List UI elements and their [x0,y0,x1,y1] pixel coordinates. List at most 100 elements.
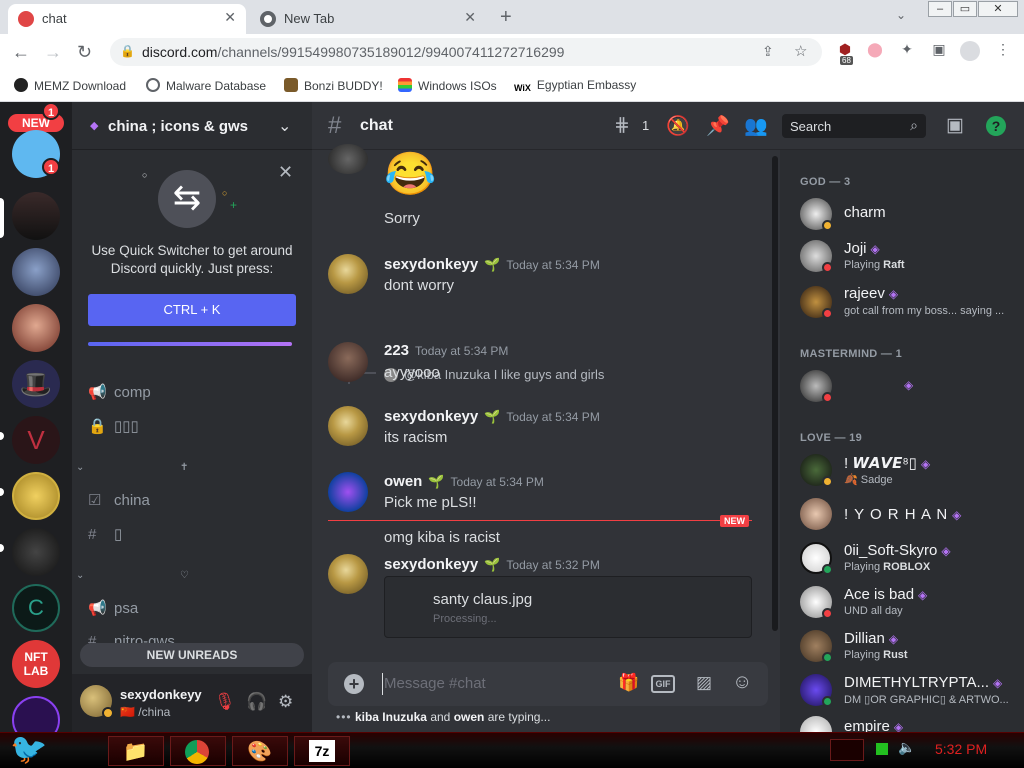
minimize-button[interactable]: – [928,1,952,17]
member-list-icon[interactable]: 👥 [744,114,768,138]
member-name[interactable]: Ace is bad ◈ [844,586,927,603]
avatar[interactable] [328,144,368,174]
category-label[interactable]: ✝ [180,462,188,473]
server-icon-creature[interactable] [12,248,60,296]
avatar[interactable] [800,498,832,530]
omnibox[interactable]: 🔒 discord.com/channels/99154998073518901… [110,38,822,66]
tab-search-chevron-icon[interactable]: ⌄ [896,8,906,22]
taskbar-paint[interactable]: 🎨 [232,736,288,766]
server-icon-c[interactable]: C [12,584,60,632]
mute-mic-icon[interactable]: 🎙 [214,692,236,712]
guild-header[interactable]: ◆ china ; icons & gws ⌄ [72,102,312,150]
puzzle-extensions-icon[interactable]: ✦ [898,41,916,59]
member-name[interactable]: Joji ◈ [844,240,880,257]
attachment-card[interactable]: santy claus.jpg Processing... [384,576,752,638]
close-tab-icon[interactable]: ✕ [464,9,476,26]
member-name[interactable]: empire ◈ [844,718,903,732]
avatar[interactable] [328,472,368,512]
add-attachment-icon[interactable]: + [344,674,364,694]
taskbar-chrome[interactable] [170,736,226,766]
maximize-button[interactable]: ▭ [953,1,977,17]
channel-psa[interactable]: 📢 psa [88,599,138,617]
new-tab-plus-icon[interactable]: + [500,6,512,29]
close-icon[interactable]: ✕ [278,162,293,183]
member-name[interactable]: ! Y O R H A N ◈ [844,506,962,523]
sticker-icon[interactable]: ▨ [696,673,712,693]
back-arrow-icon[interactable]: ← [12,42,30,63]
forward-arrow-icon[interactable]: → [44,42,62,63]
message-author[interactable]: 223 Today at 5:34 PM [384,342,508,359]
channel-locked[interactable]: 🔒 ▯▯▯ [88,417,139,435]
close-window-button[interactable]: ✕ [978,1,1018,17]
gif-button[interactable]: GIF [651,675,675,693]
reload-icon[interactable]: ↻ [77,42,92,63]
channel-china[interactable]: ☑ china [88,491,150,509]
category-chevron-icon[interactable]: ⌄ [76,462,84,473]
message-input[interactable]: Message #chat [384,675,486,692]
message-author[interactable]: owen 🌱 Today at 5:34 PM [384,473,544,490]
server-icon-dogecoin[interactable] [12,472,60,520]
tab-new-tab[interactable]: New Tab ✕ [250,4,486,34]
search-input[interactable]: Search ⌕ [782,114,926,138]
server-icon-face[interactable] [12,304,60,352]
nitro-icon: ◈ [888,632,899,646]
message-author[interactable]: sexydonkeyy 🌱 Today at 5:32 PM [384,556,600,573]
mute-channel-icon[interactable]: 🔕 [666,114,690,138]
member-name[interactable]: Dillian ◈ [844,630,898,647]
profile-avatar-icon[interactable] [960,41,980,61]
chevron-down-icon[interactable]: ⌄ [278,116,291,136]
message-author[interactable]: sexydonkeyy 🌱 Today at 5:34 PM [384,408,600,425]
new-unreads-pill[interactable]: NEW UNREADS [80,643,304,667]
emoji-picker-icon[interactable]: ☺ [732,671,752,694]
gear-icon[interactable]: ⚙ [278,692,293,712]
member-name[interactable]: DIMETHYLTRYPTA... ◈ [844,674,1002,691]
share-icon[interactable]: ⇪ [762,43,774,60]
avatar[interactable] [800,716,832,732]
help-icon[interactable]: ? [986,116,1006,136]
bookmark-malware-database[interactable]: Malware Database [146,78,266,93]
tray-overflow-icon[interactable] [830,739,864,761]
bookmark-star-icon[interactable]: ☆ [794,42,807,60]
server-icon-art[interactable] [12,528,60,576]
member-name[interactable]: charm [844,204,886,221]
volume-icon[interactable]: 🔈 [898,739,915,756]
server-icon-nft-lab[interactable]: NFT LAB [12,640,60,688]
menu-kebab-icon[interactable]: ⋮ [994,41,1012,59]
avatar[interactable] [328,342,368,382]
server-icon-hex[interactable] [12,696,60,732]
message-author[interactable]: sexydonkeyy 🌱 Today at 5:34 PM [384,256,600,273]
network-icon[interactable] [876,743,888,755]
avatar[interactable] [328,254,368,294]
taskbar-file-explorer[interactable]: 📁 [108,736,164,766]
start-angry-bird-icon[interactable]: 🐦 [10,733,47,767]
bookmark-memz[interactable]: MEMZ Download [14,78,126,93]
channel-unknown[interactable]: # ▯ [88,525,122,543]
gift-icon[interactable]: 🎁 [618,673,639,693]
flag-extension-icon[interactable]: ⬤ [866,41,884,59]
chat-scrollbar[interactable] [772,156,778,631]
pin-icon[interactable]: 📌 [706,114,730,138]
threads-icon[interactable]: ⋕ [614,114,630,137]
side-panel-icon[interactable]: ▣ [930,41,948,59]
member-name[interactable]: 0ii_Soft-Skyro ◈ [844,542,951,559]
close-tab-icon[interactable]: ✕ [224,9,236,26]
avatar[interactable] [328,554,368,594]
category-label[interactable]: ♡ [180,570,189,581]
headphones-icon[interactable]: 🎧 [246,692,267,712]
category-chevron-icon[interactable]: ⌄ [76,570,84,581]
inbox-icon[interactable]: ▣ [946,114,964,137]
tab-chat[interactable]: chat ✕ [8,4,246,34]
bookmark-bonzi-buddy[interactable]: Bonzi BUDDY! [284,78,383,93]
member-name[interactable]: ! 𝙒𝘼𝙑𝙀⁸▯ ◈ [844,454,930,472]
channel-comp[interactable]: 📢 comp [88,383,151,401]
quick-switcher-shortcut-button[interactable]: CTRL + K [88,294,296,326]
bookmark-windows-isos[interactable]: Windows ISOs [398,78,497,93]
avatar[interactable] [328,406,368,446]
taskbar-clock[interactable]: 5:32 PM [935,741,987,757]
server-icon-monopoly[interactable]: 🎩 [12,360,60,408]
member-name[interactable]: rajeev ◈ [844,285,898,302]
server-icon-china[interactable] [12,192,60,240]
server-icon-valorant[interactable]: V [12,416,60,464]
taskbar-7zip[interactable]: 7z [294,736,350,766]
bookmark-egyptian-embassy[interactable]: WiX Egyptian Embassy [514,78,636,97]
